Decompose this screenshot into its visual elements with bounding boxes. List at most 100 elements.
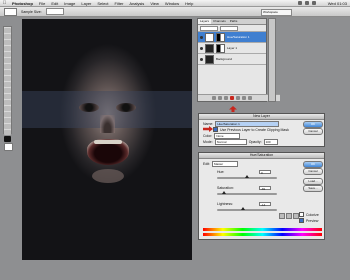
layer-style-icon[interactable]: [218, 96, 222, 100]
hue-saturation-dialog: Hue/Saturation Edit: Master Hue: 0 Satur…: [198, 152, 325, 240]
opacity-input[interactable]: 100: [263, 139, 278, 145]
link-layers-icon[interactable]: [212, 96, 216, 100]
hue-slider[interactable]: [217, 175, 277, 179]
background-color-swatch[interactable]: [4, 143, 13, 151]
foreground-color-swatch[interactable]: [4, 136, 11, 142]
eyedropper-icon[interactable]: [279, 213, 285, 219]
lasso-tool-icon[interactable]: [4, 40, 11, 45]
color-spectrum-bar-result: [203, 233, 322, 236]
edit-select[interactable]: Master: [212, 161, 239, 167]
menu-view[interactable]: View: [147, 1, 162, 6]
history-brush-tool-icon[interactable]: [4, 82, 11, 87]
layer-name: Layer 1: [227, 46, 238, 50]
visibility-eye-icon[interactable]: [200, 46, 203, 50]
lightness-label: Lightness:: [217, 202, 233, 206]
menu-select[interactable]: Select: [94, 1, 111, 6]
menu-filter[interactable]: Filter: [112, 1, 127, 6]
colorize-checkbox[interactable]: [299, 212, 304, 217]
layers-panel: Layers Channels Paths Hue/Saturation 1 L…: [197, 18, 280, 102]
hue-slider-knob[interactable]: [245, 175, 249, 178]
menu-file[interactable]: File: [36, 1, 48, 6]
volume-icon[interactable]: [305, 1, 309, 5]
menu-bar:  Photoshop File Edit Image Layer Select…: [0, 0, 350, 7]
brush-tool-icon[interactable]: [4, 70, 11, 75]
new-adjustment-layer-icon[interactable]: [230, 96, 234, 100]
menu-layer[interactable]: Layer: [78, 1, 94, 6]
apple-menu-icon[interactable]: : [0, 0, 9, 6]
crop-tool-icon[interactable]: [4, 52, 11, 57]
visibility-eye-icon[interactable]: [200, 57, 203, 61]
cancel-button[interactable]: Cancel: [303, 128, 323, 135]
tab-channels[interactable]: Channels: [211, 19, 228, 24]
dialog-title: New Layer: [199, 114, 324, 120]
menu-photoshop[interactable]: Photoshop: [9, 1, 36, 6]
wifi-icon[interactable]: [298, 1, 302, 5]
dialog-title: Hue/Saturation: [199, 153, 324, 159]
layer-mask-thumbnail[interactable]: [216, 43, 225, 53]
add-mask-icon[interactable]: [224, 96, 228, 100]
cancel-button[interactable]: Cancel: [303, 168, 323, 175]
menu-help[interactable]: Help: [182, 1, 196, 6]
layer-row[interactable]: Layer 1: [198, 43, 266, 54]
marquee-tool-icon[interactable]: [4, 34, 11, 39]
eraser-tool-icon[interactable]: [4, 88, 11, 93]
clone-stamp-tool-icon[interactable]: [4, 76, 11, 81]
visibility-eye-icon[interactable]: [200, 35, 203, 39]
red-arrow-icon: [229, 106, 237, 112]
hue-input[interactable]: 0: [259, 170, 271, 175]
ok-button[interactable]: OK: [303, 121, 323, 128]
menu-image[interactable]: Image: [61, 1, 78, 6]
workspace-button[interactable]: Workspace: [261, 9, 292, 16]
load-button[interactable]: Load...: [303, 178, 323, 185]
new-layer-dialog: New Layer Name: Hue/Saturation 1 Use Pre…: [198, 113, 325, 147]
shape-tool-icon[interactable]: [4, 124, 11, 129]
photo-left-eye: [79, 103, 99, 112]
lightness-slider[interactable]: [217, 207, 277, 211]
slice-tool-icon[interactable]: [4, 58, 11, 63]
battery-icon[interactable]: [312, 1, 316, 5]
tab-paths[interactable]: Paths: [228, 19, 240, 24]
preview-checkbox[interactable]: [299, 218, 304, 223]
lightness-input[interactable]: -14: [259, 202, 271, 207]
saturation-slider-knob[interactable]: [222, 191, 226, 194]
sample-size-select[interactable]: [45, 8, 64, 15]
layer-row[interactable]: Background: [198, 54, 266, 65]
mode-label: Mode:: [203, 140, 213, 144]
eyedropper-plus-icon[interactable]: [286, 213, 292, 219]
edit-label: Edit:: [203, 162, 211, 166]
photo-nose: [100, 115, 115, 133]
panel-dock-strip[interactable]: [268, 18, 276, 102]
trash-icon[interactable]: [248, 96, 252, 100]
pen-tool-icon[interactable]: [4, 106, 11, 111]
document-canvas[interactable]: [22, 19, 192, 260]
new-group-icon[interactable]: [236, 96, 240, 100]
healing-brush-tool-icon[interactable]: [4, 64, 11, 69]
hand-tool-icon[interactable]: [4, 130, 11, 135]
menu-window[interactable]: Window: [162, 1, 182, 6]
layer-thumbnail: [205, 54, 214, 64]
menu-analysis[interactable]: Analysis: [126, 1, 147, 6]
magic-wand-tool-icon[interactable]: [4, 46, 11, 51]
gradient-tool-icon[interactable]: [4, 94, 11, 99]
clipping-mask-checkbox[interactable]: [213, 127, 218, 132]
saturation-input[interactable]: -81: [259, 186, 271, 191]
type-tool-icon[interactable]: [4, 112, 11, 117]
ok-button[interactable]: OK: [303, 161, 323, 168]
tool-preset-picker[interactable]: [4, 7, 17, 16]
path-selection-tool-icon[interactable]: [4, 118, 11, 123]
saturation-slider[interactable]: [217, 191, 277, 195]
opacity-select[interactable]: [220, 25, 238, 31]
mode-select[interactable]: Normal: [214, 139, 247, 145]
new-layer-icon[interactable]: [242, 96, 246, 100]
menu-clock[interactable]: Wed 01:03: [328, 0, 347, 7]
layer-mask-thumbnail[interactable]: [216, 32, 225, 42]
options-bar: Sample Size: Workspace: [0, 7, 350, 17]
layer-row-hue-saturation[interactable]: Hue/Saturation 1: [198, 32, 266, 43]
blend-mode-select[interactable]: [200, 25, 218, 31]
lightness-slider-knob[interactable]: [241, 207, 245, 210]
move-tool-icon[interactable]: [4, 28, 11, 33]
save-button[interactable]: Save...: [303, 185, 323, 192]
menu-edit[interactable]: Edit: [48, 1, 61, 6]
tab-layers[interactable]: Layers: [198, 19, 212, 24]
dodge-tool-icon[interactable]: [4, 100, 11, 105]
